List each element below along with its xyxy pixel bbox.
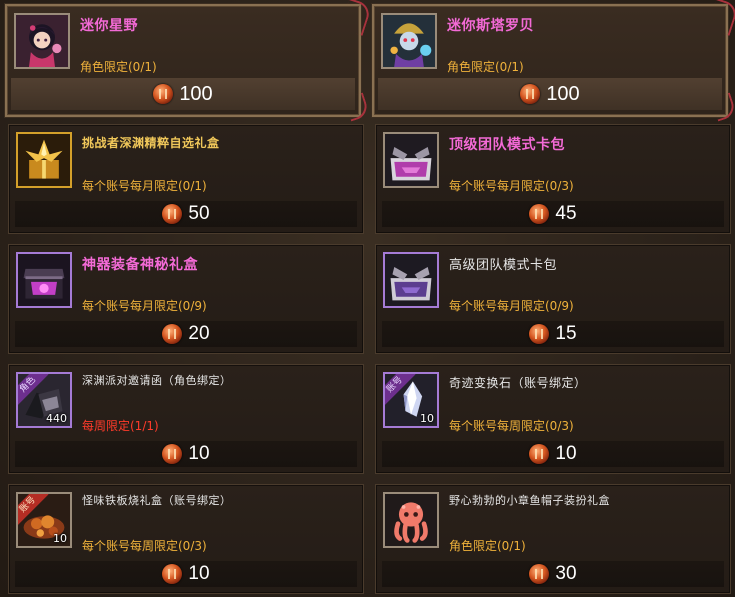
item-name: 野心勃勃的小章鱼帽子装扮礼盒 [449,494,610,507]
price-bar: 30 [382,561,724,587]
item-limit: 角色限定(0/1) [80,60,157,74]
item-name: 顶级团队模式卡包 [449,137,565,153]
card-pack-icon [383,132,439,188]
item-price: 15 [555,323,577,344]
item-name: 挑战者深渊精粹自选礼盒 [82,136,220,150]
item-quantity: 440 [46,412,67,425]
crystal-icon: 账号 10 [383,372,439,428]
price-bar: 10 [382,441,724,467]
item-name: 神器装备神秘礼盒 [82,257,198,273]
card-pack-icon [383,252,439,308]
food-box-icon: 账号 10 [16,492,72,548]
price-bar: 100 [378,78,722,110]
price-bar: 100 [11,78,355,110]
shop-item-teppanyaki-box[interactable]: 账号 10 怪味铁板烧礼盒（账号绑定） 每个账号每周限定(0/3) 10 [8,484,364,594]
item-name: 高级团队模式卡包 [449,258,558,273]
blood-coin-icon [153,84,174,104]
golden-gift-box-icon [16,132,72,188]
item-limit: 角色限定(0/1) [449,539,526,553]
item-quantity: 10 [53,532,67,545]
item-name: 深渊派对邀请函（角色绑定） [82,374,232,387]
item-limit: 每个账号每月限定(0/9) [82,299,207,313]
shop-item-artifact-mystery-box[interactable]: 神器装备神秘礼盒 每个账号每月限定(0/9) 20 [8,244,364,354]
item-price: 10 [188,563,210,584]
chibi-clown-icon [381,13,437,69]
item-limit: 每周限定(1/1) [82,419,159,433]
item-price: 30 [555,563,577,584]
item-price: 50 [188,203,210,224]
item-limit: 每个账号每月限定(0/3) [449,179,574,193]
item-price: 45 [555,203,577,224]
chibi-girl-icon [14,13,70,69]
item-limit: 每个账号每月限定(0/9) [449,299,574,313]
price-bar: 20 [15,321,357,347]
blood-coin-icon [529,564,550,584]
shop-item-mini-starobe[interactable]: 迷你斯塔罗贝 角色限定(0/1) 100 [372,4,728,117]
item-limit: 角色限定(0/1) [447,60,524,74]
blood-coin-icon [162,564,183,584]
blood-coin-icon [162,444,183,464]
item-name: 迷你星野 [80,18,138,34]
item-limit: 每个账号每月限定(0/1) [82,179,207,193]
item-price: 10 [555,443,577,464]
shop-item-miracle-stone[interactable]: 账号 10 奇迹变换石（账号绑定） 每个账号每周限定(0/3) 10 [375,364,731,474]
blood-coin-icon [529,204,550,224]
item-price: 10 [188,443,210,464]
shop-item-abyss-party-invitation[interactable]: 角色 440 深渊派对邀请函（角色绑定） 每周限定(1/1) 10 [8,364,364,474]
octopus-hat-icon [383,492,439,548]
item-name: 迷你斯塔罗贝 [447,18,534,34]
shop-item-top-team-card-pack[interactable]: 顶级团队模式卡包 每个账号每月限定(0/3) 45 [375,124,731,234]
item-price: 20 [188,323,210,344]
item-quantity: 10 [420,412,434,425]
item-name: 怪味铁板烧礼盒（账号绑定） [82,494,232,507]
shop-grid: 迷你星野 角色限定(0/1) 100 迷你斯塔罗贝 角色限定(0/1) 100 [0,0,735,597]
invitation-icon: 角色 440 [16,372,72,428]
price-bar: 45 [382,201,724,227]
price-bar: 50 [15,201,357,227]
mystery-chest-icon [16,252,72,308]
item-limit: 每个账号每周限定(0/3) [82,539,207,553]
price-bar: 15 [382,321,724,347]
shop-item-mini-hoshino[interactable]: 迷你星野 角色限定(0/1) 100 [5,4,361,117]
blood-coin-icon [520,84,541,104]
shop-item-octopus-hat-box[interactable]: 野心勃勃的小章鱼帽子装扮礼盒 角色限定(0/1) 30 [375,484,731,594]
blood-coin-icon [162,324,183,344]
item-price: 100 [179,82,213,105]
shop-item-high-team-card-pack[interactable]: 高级团队模式卡包 每个账号每月限定(0/9) 15 [375,244,731,354]
blood-coin-icon [162,204,183,224]
item-price: 100 [546,82,580,105]
blood-coin-icon [529,324,550,344]
price-bar: 10 [15,561,357,587]
price-bar: 10 [15,441,357,467]
shop-item-abyss-essence-box[interactable]: 挑战者深渊精粹自选礼盒 每个账号每月限定(0/1) 50 [8,124,364,234]
item-limit: 每个账号每周限定(0/3) [449,419,574,433]
item-name: 奇迹变换石（账号绑定） [449,376,587,390]
blood-coin-icon [529,444,550,464]
